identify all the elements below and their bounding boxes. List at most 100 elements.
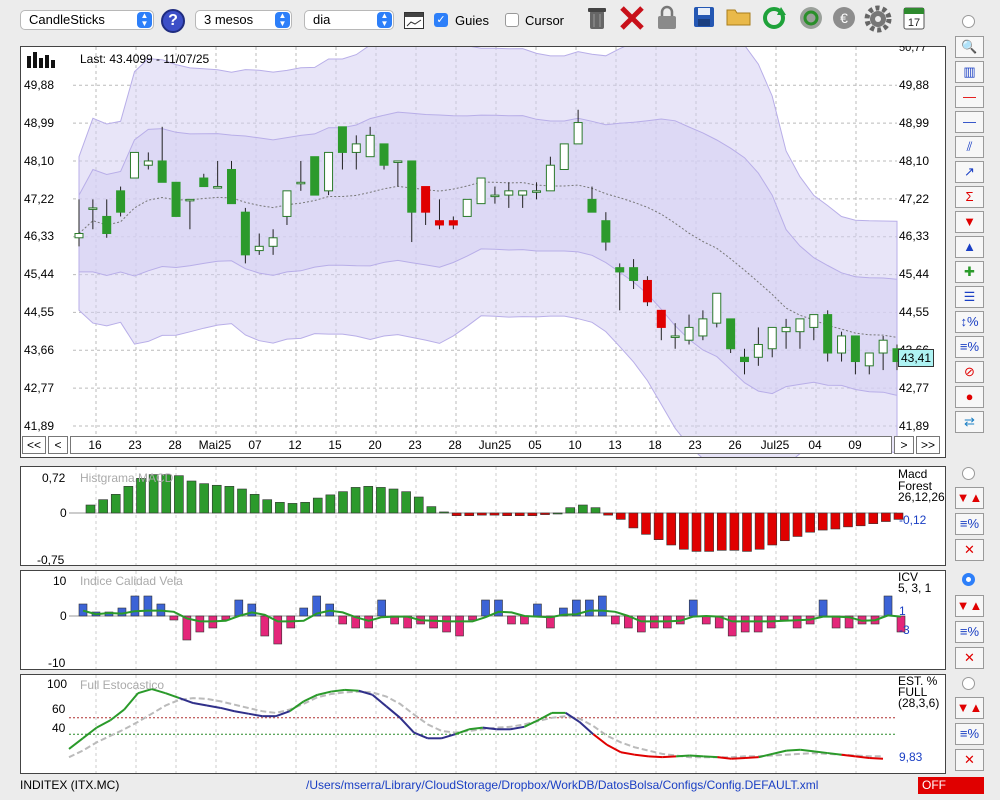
cursor-checkbox[interactable]	[505, 13, 519, 27]
trend-channel-icon[interactable]: ⫽	[955, 136, 984, 158]
interval-select[interactable]: dia ▲ ▼	[304, 10, 394, 30]
y-axis-label-left: 48,10	[24, 153, 55, 168]
zoom-icon[interactable]: 🔍	[955, 36, 984, 58]
macd-histogram-bar	[312, 497, 323, 514]
volume-bars-icon[interactable]	[26, 52, 58, 68]
candle-body	[878, 339, 888, 354]
date-axis-label: 23	[688, 438, 702, 452]
y-axis-label-left: 49,88	[24, 77, 55, 92]
icv-bar	[611, 615, 620, 625]
macd-histogram-bar	[729, 512, 740, 551]
macd-histogram-bar	[805, 512, 815, 533]
macd-radio[interactable]	[962, 467, 975, 480]
y-axis-label-right: 48,10	[899, 153, 930, 168]
candle-body	[240, 211, 250, 256]
stoch-radio[interactable]	[962, 677, 975, 690]
date-axis-label: 13	[608, 438, 622, 452]
open-folder-icon[interactable]	[725, 5, 753, 35]
refresh-icon[interactable]	[760, 5, 788, 35]
period-select[interactable]: 3 mesos ▲ ▼	[195, 10, 292, 30]
icv-bar	[130, 595, 140, 617]
macd-value: -0,12	[899, 513, 927, 527]
trash-icon[interactable]	[583, 5, 611, 35]
percent-lines-icon[interactable]: ≡%	[955, 723, 984, 745]
toolbar-radio[interactable]	[962, 15, 975, 28]
macd-histogram-bar	[401, 491, 411, 514]
sell-arrow-icon[interactable]: ▼	[955, 211, 984, 233]
candle-body	[739, 356, 749, 363]
candle-body	[310, 156, 320, 196]
macd-histogram-bar	[742, 512, 752, 552]
crossover-icon[interactable]: ✕	[955, 749, 984, 771]
icv-bar	[585, 599, 594, 617]
period-value: 3 mesos	[204, 12, 254, 27]
signals-icon[interactable]: ✚	[955, 261, 984, 283]
macd-histogram-bar	[338, 491, 348, 514]
candle-body	[615, 267, 625, 273]
stoch-k-segment	[68, 737, 84, 750]
guides-checkbox[interactable]: ✓	[434, 13, 448, 27]
icv-bar	[533, 603, 542, 617]
stoch-k-segment	[592, 733, 608, 746]
arrows-icon[interactable]: ▼▲	[955, 697, 984, 719]
candle-body	[171, 181, 181, 217]
lines-list-icon[interactable]: ☰	[955, 286, 984, 308]
record-icon[interactable]: ●	[955, 386, 984, 408]
help-icon[interactable]: ?	[161, 9, 185, 33]
nav-first-button[interactable]: <<	[22, 436, 46, 454]
calendar-icon[interactable]: 17	[900, 5, 928, 35]
bar-chart-icon[interactable]: ▥	[955, 61, 984, 83]
candle-body	[157, 160, 167, 183]
buy-arrow-icon[interactable]: ▲	[955, 236, 984, 258]
macd-histogram-bar	[843, 512, 853, 528]
candle-body	[781, 326, 791, 333]
icv-bar	[779, 615, 789, 621]
icv-radio[interactable]	[962, 573, 975, 586]
candle-body	[116, 190, 126, 213]
candle-body	[726, 318, 736, 350]
save-icon[interactable]	[690, 5, 718, 35]
nav-prev-button[interactable]: <	[48, 436, 68, 454]
swap-icon[interactable]: ⇄	[955, 411, 984, 433]
nav-next-button[interactable]: >	[894, 436, 914, 454]
crossover-icon[interactable]: ✕	[955, 539, 984, 561]
config-path-link[interactable]: /Users/mserra/Library/CloudStorage/Dropb…	[306, 778, 818, 792]
stoch-k-segment	[399, 717, 415, 734]
stop-icon[interactable]: ⊘	[955, 361, 984, 383]
sigma-icon[interactable]: Σ	[955, 186, 984, 208]
lock-icon[interactable]	[653, 5, 681, 35]
currency-icon[interactable]: €	[830, 5, 858, 35]
macd-histogram-bar	[502, 512, 512, 516]
macd-histogram-bar	[552, 512, 563, 515]
candle-body	[102, 215, 112, 235]
calendar-view-icon[interactable]	[404, 12, 424, 29]
percent-lines-icon[interactable]: ≡%	[955, 621, 984, 643]
candle-body	[490, 194, 500, 198]
horizontal-line-icon[interactable]: —	[955, 86, 984, 108]
percent-lines-icon[interactable]: ≡%	[955, 513, 984, 535]
range-percent-icon[interactable]: ↕%	[955, 311, 984, 333]
percent-lines-icon[interactable]: ≡%	[955, 336, 984, 358]
candle-body	[129, 151, 139, 179]
y-axis-label-left: 44,55	[24, 305, 55, 320]
blue-line-icon[interactable]: —	[955, 111, 984, 133]
trendline-icon[interactable]: ↗	[955, 161, 984, 183]
macd-histogram-bar	[439, 511, 449, 514]
chart-style-select[interactable]: CandleSticks ▲ ▼	[20, 10, 154, 30]
settings-icon[interactable]	[864, 5, 892, 35]
crossover-icon[interactable]: ✕	[955, 647, 984, 669]
arrows-icon[interactable]: ▼▲	[955, 595, 984, 617]
icv-y-top: 10	[53, 574, 67, 588]
candle-body	[143, 160, 153, 166]
status-off-badge[interactable]: OFF	[918, 777, 984, 794]
delete-icon[interactable]	[618, 5, 646, 35]
arrows-icon[interactable]: ▼▲	[955, 487, 984, 509]
icv-bar	[598, 595, 607, 617]
stoch-k-segment	[248, 712, 263, 718]
date-axis-label: 09	[848, 438, 862, 452]
update-icon[interactable]	[797, 5, 825, 35]
candle-body	[448, 220, 458, 226]
nav-last-button[interactable]: >>	[916, 436, 940, 454]
price-chart-panel[interactable]	[20, 46, 946, 458]
stoch-k-segment	[772, 749, 787, 755]
